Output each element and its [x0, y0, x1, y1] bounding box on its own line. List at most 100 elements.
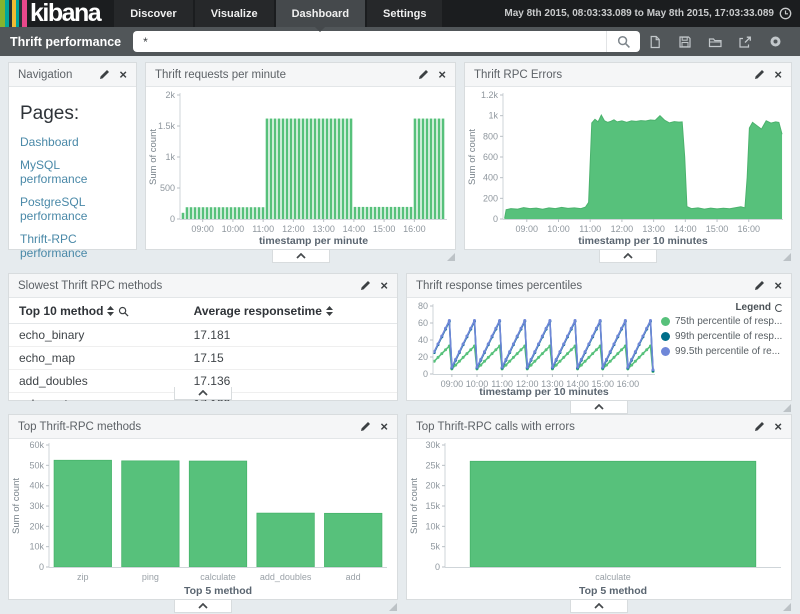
chevron-up-icon: [594, 603, 604, 609]
resize-handle[interactable]: [389, 603, 397, 611]
svg-text:40: 40: [418, 335, 428, 345]
svg-text:11:00: 11:00: [252, 224, 274, 234]
panel-response-percentiles: Thrift response times percentiles × 0204…: [406, 273, 792, 401]
svg-text:12:00: 12:00: [282, 224, 305, 234]
svg-text:0: 0: [493, 214, 498, 224]
svg-text:10:00: 10:00: [222, 224, 245, 234]
panel-slowest-methods: Slowest Thrift RPC methods × Top 10 meth…: [8, 273, 398, 401]
link-thrift-rpc-performance[interactable]: Thrift-RPC performance: [20, 232, 125, 260]
svg-text:15:00: 15:00: [373, 224, 396, 234]
close-panel-icon[interactable]: ×: [774, 70, 782, 80]
panel-response-percentiles-header: Thrift response times percentiles ×: [407, 274, 791, 298]
errors-area-chart[interactable]: 02004006008001k1.2k09:0010:0011:0012:001…: [465, 87, 791, 249]
edit-panel-icon[interactable]: [99, 69, 110, 80]
top-errors-bar-chart[interactable]: 05k10k15k20k25k30kcalculateTop 5 methodS…: [407, 439, 791, 599]
search-column-icon[interactable]: [118, 306, 129, 317]
svg-text:add_doubles: add_doubles: [260, 572, 312, 582]
edit-panel-icon[interactable]: [418, 69, 429, 80]
svg-text:0: 0: [170, 214, 175, 224]
table-row: echo_binary17.181: [9, 324, 397, 347]
dashboard-title: Thrift performance: [10, 35, 121, 49]
close-panel-icon[interactable]: ×: [774, 422, 782, 432]
svg-text:Sum of count: Sum of count: [11, 478, 22, 534]
edit-panel-icon[interactable]: [360, 280, 371, 291]
resize-handle[interactable]: [783, 404, 791, 412]
edit-panel-icon[interactable]: [754, 421, 765, 432]
panel-title: Top Thrift-RPC methods: [18, 421, 141, 433]
resize-handle[interactable]: [783, 253, 791, 261]
svg-text:Sum of count: Sum of count: [148, 129, 159, 185]
close-panel-icon[interactable]: ×: [774, 281, 782, 291]
sort-icon: [107, 306, 114, 316]
collapse-panel-toggle[interactable]: [272, 250, 330, 263]
svg-text:Top 5 method: Top 5 method: [184, 585, 252, 597]
new-dashboard-button[interactable]: [640, 27, 670, 56]
search-input[interactable]: [133, 31, 606, 52]
svg-text:Top 5 method: Top 5 method: [579, 585, 647, 597]
svg-text:30k: 30k: [425, 440, 440, 450]
svg-text:11:00: 11:00: [579, 224, 601, 234]
query-bar: [133, 31, 640, 52]
load-dashboard-button[interactable]: [700, 27, 730, 56]
svg-text:10k: 10k: [425, 521, 440, 531]
tab-visualize[interactable]: Visualize: [195, 0, 274, 27]
search-icon: [617, 35, 631, 49]
link-dashboard[interactable]: Dashboard: [20, 135, 125, 149]
close-panel-icon[interactable]: ×: [119, 70, 127, 80]
save-dashboard-button[interactable]: [670, 27, 700, 56]
column-header-method[interactable]: Top 10 method: [9, 298, 184, 324]
column-header-responsetime[interactable]: Average responsetime: [184, 298, 397, 324]
top-methods-bar-chart[interactable]: 010k20k30k40k50k60kzippingcalculateadd_d…: [9, 439, 397, 599]
legend-item-75th[interactable]: 75th percentile of resp...: [661, 316, 783, 327]
edit-panel-icon[interactable]: [360, 421, 371, 432]
legend-toggle[interactable]: Legend: [661, 302, 783, 313]
edit-panel-icon[interactable]: [754, 69, 765, 80]
legend-item-99th[interactable]: 99th percentile of resp...: [661, 331, 783, 342]
collapse-panel-toggle[interactable]: [599, 250, 657, 263]
link-mysql-performance[interactable]: MySQL performance: [20, 158, 125, 186]
svg-text:60: 60: [418, 318, 428, 328]
share-icon: [738, 35, 752, 49]
tab-dashboard[interactable]: Dashboard: [276, 0, 365, 27]
resize-handle[interactable]: [447, 253, 455, 261]
filter-options-button[interactable]: [760, 27, 790, 56]
svg-text:20k: 20k: [29, 521, 44, 531]
panel-slowest-methods-header: Slowest Thrift RPC methods ×: [9, 274, 397, 298]
time-picker[interactable]: May 8th 2015, 08:03:33.089 to May 8th 20…: [504, 0, 800, 27]
svg-text:20: 20: [418, 352, 428, 362]
series-color-dot: [661, 347, 670, 356]
edit-panel-icon[interactable]: [754, 280, 765, 291]
panel-title: Top Thrift-RPC calls with errors: [416, 421, 575, 433]
svg-text:10k: 10k: [29, 542, 44, 552]
panel-title: Slowest Thrift RPC methods: [18, 280, 162, 292]
resize-handle[interactable]: [783, 603, 791, 611]
link-postgresql-performance[interactable]: PostgreSQL performance: [20, 195, 125, 223]
search-button[interactable]: [606, 31, 640, 52]
svg-text:15:00: 15:00: [706, 224, 729, 234]
kibana-logo[interactable]: kibana: [0, 0, 114, 27]
tab-discover[interactable]: Discover: [114, 0, 192, 27]
requests-histogram-chart[interactable]: 05001k1.5k2k09:0010:0011:0012:0013:0014:…: [146, 87, 455, 249]
chevron-up-icon: [296, 253, 306, 259]
collapse-panel-toggle[interactable]: [174, 600, 232, 613]
svg-text:50k: 50k: [29, 460, 44, 470]
collapse-panel-toggle[interactable]: [174, 387, 232, 400]
legend-item-99-5th[interactable]: 99.5th percentile of re...: [661, 346, 783, 357]
svg-text:1k: 1k: [165, 152, 175, 162]
tab-settings[interactable]: Settings: [367, 0, 442, 27]
svg-text:calculate: calculate: [200, 572, 236, 582]
svg-text:12:00: 12:00: [611, 224, 634, 234]
svg-text:25k: 25k: [425, 460, 440, 470]
panel-title: Thrift response times percentiles: [416, 280, 582, 292]
svg-text:1.5k: 1.5k: [158, 121, 176, 131]
collapse-panel-toggle[interactable]: [570, 401, 628, 414]
close-panel-icon[interactable]: ×: [438, 70, 446, 80]
svg-text:Sum of count: Sum of count: [467, 129, 478, 185]
svg-text:14:00: 14:00: [674, 224, 697, 234]
close-panel-icon[interactable]: ×: [380, 281, 388, 291]
collapse-panel-toggle[interactable]: [570, 600, 628, 613]
share-dashboard-button[interactable]: [730, 27, 760, 56]
close-panel-icon[interactable]: ×: [380, 422, 388, 432]
percentiles-line-chart[interactable]: 02040608009:0010:0011:0012:0013:0014:001…: [407, 298, 661, 400]
chevron-up-icon: [198, 390, 208, 396]
